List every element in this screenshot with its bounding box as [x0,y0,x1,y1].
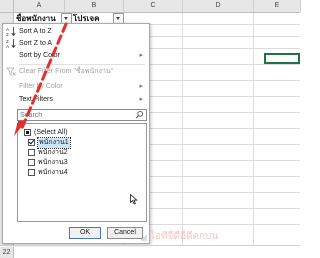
annotation-arrow-icon [14,22,68,136]
row-22: 22 [0,245,300,258]
watermark-text: ไอทีจีดีอีดีดกบน [150,231,219,242]
row-number-22[interactable]: 22 [0,247,14,258]
